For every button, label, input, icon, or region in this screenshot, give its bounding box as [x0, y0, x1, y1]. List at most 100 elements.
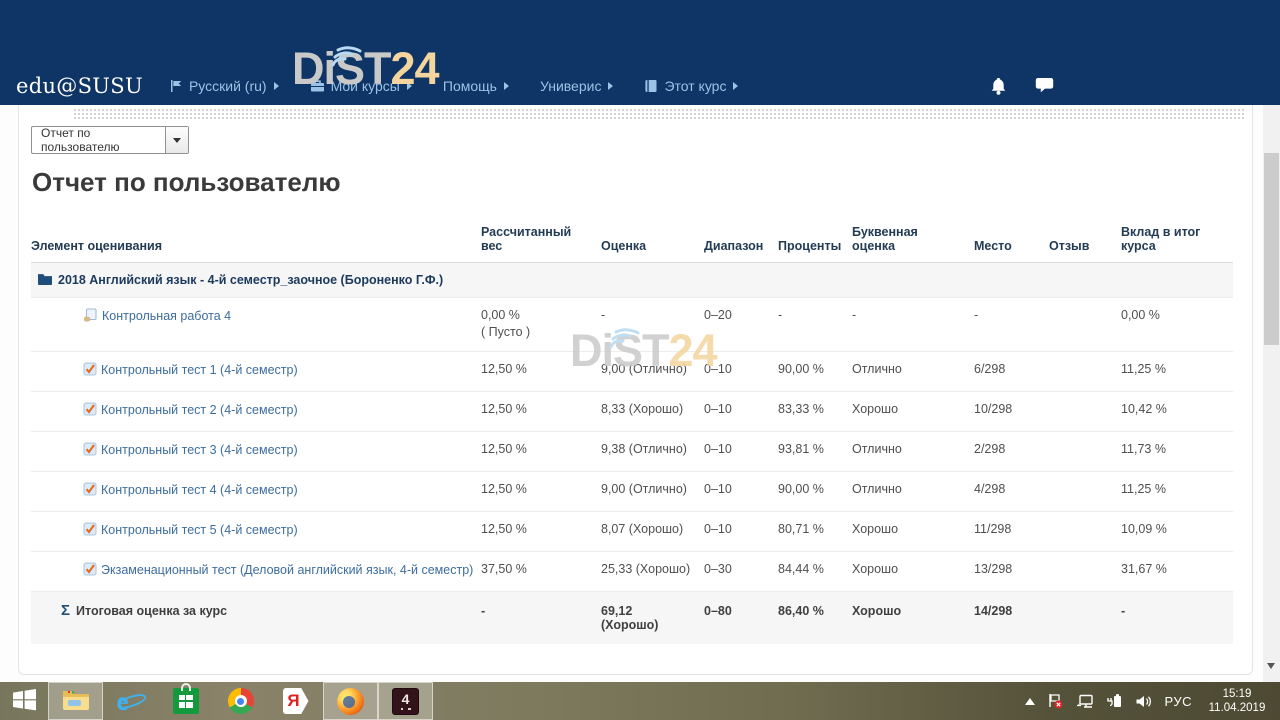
grade-item-link[interactable]: Экзаменационный тест (Деловой английский… [83, 563, 473, 577]
cell-letter: - [852, 298, 974, 351]
clock[interactable]: 15:19 11.04.2019 [1204, 687, 1270, 715]
cell-rank: 4/298 [974, 472, 1049, 511]
vertical-scrollbar[interactable] [1263, 105, 1280, 682]
windows-store-button[interactable] [158, 682, 213, 720]
language-indicator[interactable]: РУС [1164, 694, 1192, 709]
table-row: Контрольный тест 3 (4-й семестр) 12,50 %… [31, 432, 1233, 472]
book-icon [644, 79, 658, 93]
messages-chat-icon[interactable] [1035, 77, 1054, 94]
nav-item-help[interactable]: Помощь [443, 78, 509, 94]
cell-range: 0–10 [704, 472, 778, 511]
col-header-weight: Рассчитанный вес [481, 225, 573, 253]
yandex-browser-button[interactable]: Я [268, 682, 323, 720]
category-row: 2018 Английский язык - 4-й семестр_заочн… [31, 263, 1233, 298]
cell-range: 0–30 [704, 552, 778, 591]
file-explorer-icon [61, 687, 91, 716]
cell-weight: 12,50 % [481, 472, 601, 511]
nav-item-language[interactable]: Русский (ru) [169, 78, 279, 94]
total-label: Итоговая оценка за курс [76, 604, 227, 618]
cell-weight: 12,50 % [481, 512, 601, 551]
quiz-icon [83, 565, 97, 579]
file-explorer-button[interactable] [48, 682, 103, 720]
report-select-value: Отчет по пользователю [32, 126, 165, 154]
main-navbar: edu@SUSU Русский (ru) Мои курсы Помощь У… [0, 66, 1280, 105]
quiz-icon [83, 445, 97, 459]
nav-item-label: Русский (ru) [189, 78, 267, 94]
table-row: Экзаменационный тест (Деловой английский… [31, 552, 1233, 592]
quiz-icon [83, 485, 97, 499]
scrollbar-thumb[interactable] [1264, 153, 1279, 345]
cell-contribution: 10,42 % [1121, 392, 1233, 431]
cell-percent: 93,81 % [778, 432, 852, 471]
cell-rank: 6/298 [974, 352, 1049, 391]
firefox-button[interactable] [323, 682, 378, 720]
chrome-icon [228, 688, 254, 714]
cell-feedback [1049, 298, 1121, 351]
grade-item-link[interactable]: Контрольный тест 2 (4-й семестр) [83, 403, 298, 417]
network-icon[interactable] [1076, 694, 1094, 709]
cell-rank: 11/298 [974, 512, 1049, 551]
cell-feedback [1049, 512, 1121, 551]
archive-app-button[interactable]: 4 [378, 682, 433, 720]
windows-store-icon [173, 688, 199, 714]
clock-time: 15:19 [1204, 687, 1270, 701]
cell-contribution: 0,00 % [1121, 298, 1233, 351]
chrome-button[interactable] [213, 682, 268, 720]
cell-rank: 2/298 [974, 432, 1049, 471]
nav-item-univeris[interactable]: Универис [540, 78, 614, 94]
cell-weight: - [481, 592, 601, 644]
start-button[interactable] [0, 682, 48, 720]
col-header-item: Элемент оценивания [31, 239, 481, 253]
grade-item-link[interactable]: Контрольный тест 4 (4-й семестр) [83, 483, 298, 497]
grade-item-link[interactable]: Контрольная работа 4 [83, 309, 231, 323]
dotted-divider [73, 108, 1245, 119]
cell-feedback [1049, 352, 1121, 391]
nav-item-this-course[interactable]: Этот курс [644, 78, 738, 94]
cell-range: 0–80 [704, 592, 778, 644]
site-logo[interactable]: edu@SUSU [16, 74, 143, 98]
cell-letter: Хорошо [852, 592, 974, 644]
cell-range: 0–10 [704, 512, 778, 551]
grade-item-link[interactable]: Контрольный тест 3 (4-й семестр) [83, 443, 298, 457]
table-row: Контрольный тест 2 (4-й семестр) 12,50 %… [31, 392, 1233, 432]
sigma-icon: Σ [61, 604, 70, 618]
cell-feedback [1049, 552, 1121, 591]
yandex-browser-icon: Я [283, 688, 309, 714]
folder-icon [37, 272, 53, 288]
cell-percent: 90,00 % [778, 352, 852, 391]
volume-speaker-icon[interactable] [1135, 694, 1152, 709]
col-header-range: Диапазон [704, 239, 778, 253]
table-row: Контрольный тест 5 (4-й семестр) 12,50 %… [31, 512, 1233, 552]
report-type-select[interactable]: Отчет по пользователю [31, 126, 189, 154]
cell-letter: Хорошо [852, 392, 974, 431]
tray-expand-icon[interactable] [1025, 698, 1035, 705]
caret-right-icon [504, 82, 509, 90]
grade-item-link[interactable]: Контрольный тест 5 (4-й семестр) [83, 523, 298, 537]
notifications-bell-icon[interactable] [990, 77, 1007, 95]
cell-grade: 8,07 (Хорошо) [601, 512, 704, 551]
battery-power-icon[interactable] [1106, 693, 1123, 709]
grade-item-link[interactable]: Контрольный тест 1 (4-й семестр) [83, 363, 298, 377]
table-header-row: Элемент оценивания Рассчитанный вес Оцен… [31, 225, 1233, 263]
table-row: Контрольный тест 4 (4-й семестр) 12,50 %… [31, 472, 1233, 512]
internet-explorer-button[interactable]: e [103, 682, 158, 720]
clock-date: 11.04.2019 [1204, 701, 1270, 715]
cell-weight: 37,50 % [481, 552, 601, 591]
cell-range: 0–10 [704, 392, 778, 431]
archive-app-icon: 4 [392, 688, 419, 715]
grade-report-table: Элемент оценивания Рассчитанный вес Оцен… [31, 225, 1233, 644]
scrollbar-down-arrow[interactable] [1267, 663, 1275, 669]
quiz-icon [83, 365, 97, 379]
cell-feedback [1049, 472, 1121, 511]
nav-item-label: Универис [540, 78, 602, 94]
quiz-icon [83, 405, 97, 419]
col-header-feedback: Отзыв [1049, 239, 1121, 253]
cell-rank: 14/298 [974, 592, 1049, 644]
action-center-flag-icon[interactable] [1047, 693, 1064, 709]
flag-icon [169, 79, 183, 93]
cell-letter: Отлично [852, 352, 974, 391]
cell-rank: 10/298 [974, 392, 1049, 431]
cell-weight: 12,50 % [481, 392, 601, 431]
cell-rank: - [974, 298, 1049, 351]
col-header-grade: Оценка [601, 239, 704, 253]
